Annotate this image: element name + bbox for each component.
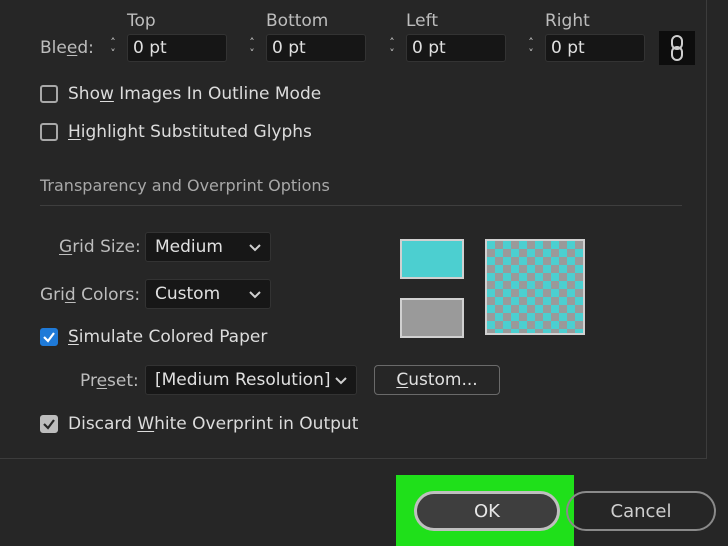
grid-colors-value: Custom [155,284,221,304]
stepper-arrows-icon[interactable]: ˄ ˅ [381,33,403,63]
bleed-left-header: Left [406,11,438,31]
discard-white-overprint-label: Discard White Overprint in Output [68,414,359,434]
chain-link-icon [671,35,683,61]
bleed-left-spinner[interactable]: ˄ ˅ 0 pt [381,33,513,63]
checkbox-checked-icon[interactable] [40,328,58,346]
bleed-left-input[interactable]: 0 pt [406,34,506,62]
grid-size-label: Grid Size: [59,237,141,257]
bleed-bottom-spinner[interactable]: ˄ ˅ 0 pt [241,33,373,63]
bleed-right-spinner[interactable]: ˄ ˅ 0 pt [520,33,652,63]
grid-size-select[interactable]: Medium [145,232,271,262]
bleed-bottom-header: Bottom [266,11,329,31]
preset-value: [Medium Resolution] [155,370,331,390]
custom-preset-label: Custom... [396,370,478,390]
stepper-arrows-icon[interactable]: ˄ ˅ [241,33,263,63]
bleed-top-spinner[interactable]: ˄ ˅ 0 pt [102,33,234,63]
bleed-link-button[interactable] [659,31,695,65]
section-divider [40,205,682,206]
bleed-top-header: Top [127,11,156,31]
discard-white-overprint-checkbox[interactable]: Discard White Overprint in Output [40,414,358,434]
bleed-label: Bleed: [40,38,94,58]
show-images-outline-label: Show Images In Outline Mode [68,84,322,104]
stepper-arrows-icon[interactable]: ˄ ˅ [102,33,124,63]
preset-label: Preset: [80,371,139,391]
checkbox-unchecked-icon[interactable] [40,123,58,141]
grid-colors-label: Grid Colors: [40,285,141,305]
bleed-top-input[interactable]: 0 pt [127,34,227,62]
document-setup-panel: Top Bottom Left Right Bleed: ˄ ˅ 0 pt ˄ ˅ … [0,0,707,459]
preset-select[interactable]: [Medium Resolution] [145,365,357,395]
simulate-colored-paper-label: Simulate Colored Paper [68,327,268,347]
bleed-right-header: Right [545,11,590,31]
custom-preset-button[interactable]: Custom... [374,365,500,395]
grid-size-value: Medium [155,237,223,257]
transparency-grid-preview [485,239,585,335]
ok-button[interactable]: OK [414,491,560,531]
cancel-button[interactable]: Cancel [566,491,716,531]
chevron-down-icon [249,291,261,299]
transparency-section-title: Transparency and Overprint Options [40,176,330,195]
highlight-glyphs-checkbox[interactable]: Highlight Substituted Glyphs [40,122,312,142]
highlight-glyphs-label: Highlight Substituted Glyphs [68,122,312,142]
checkbox-checked-icon[interactable] [40,415,58,433]
grid-colors-select[interactable]: Custom [145,279,271,309]
chevron-down-icon [335,377,347,385]
simulate-colored-paper-checkbox[interactable]: Simulate Colored Paper [40,327,267,347]
bleed-bottom-input[interactable]: 0 pt [266,34,366,62]
checkbox-unchecked-icon[interactable] [40,85,58,103]
bleed-right-input[interactable]: 0 pt [545,34,645,62]
grid-color-swatch-top[interactable] [400,239,464,279]
chevron-down-icon [249,244,261,252]
grid-color-swatch-bottom[interactable] [400,298,464,338]
show-images-outline-checkbox[interactable]: Show Images In Outline Mode [40,84,321,104]
stepper-arrows-icon[interactable]: ˄ ˅ [520,33,542,63]
